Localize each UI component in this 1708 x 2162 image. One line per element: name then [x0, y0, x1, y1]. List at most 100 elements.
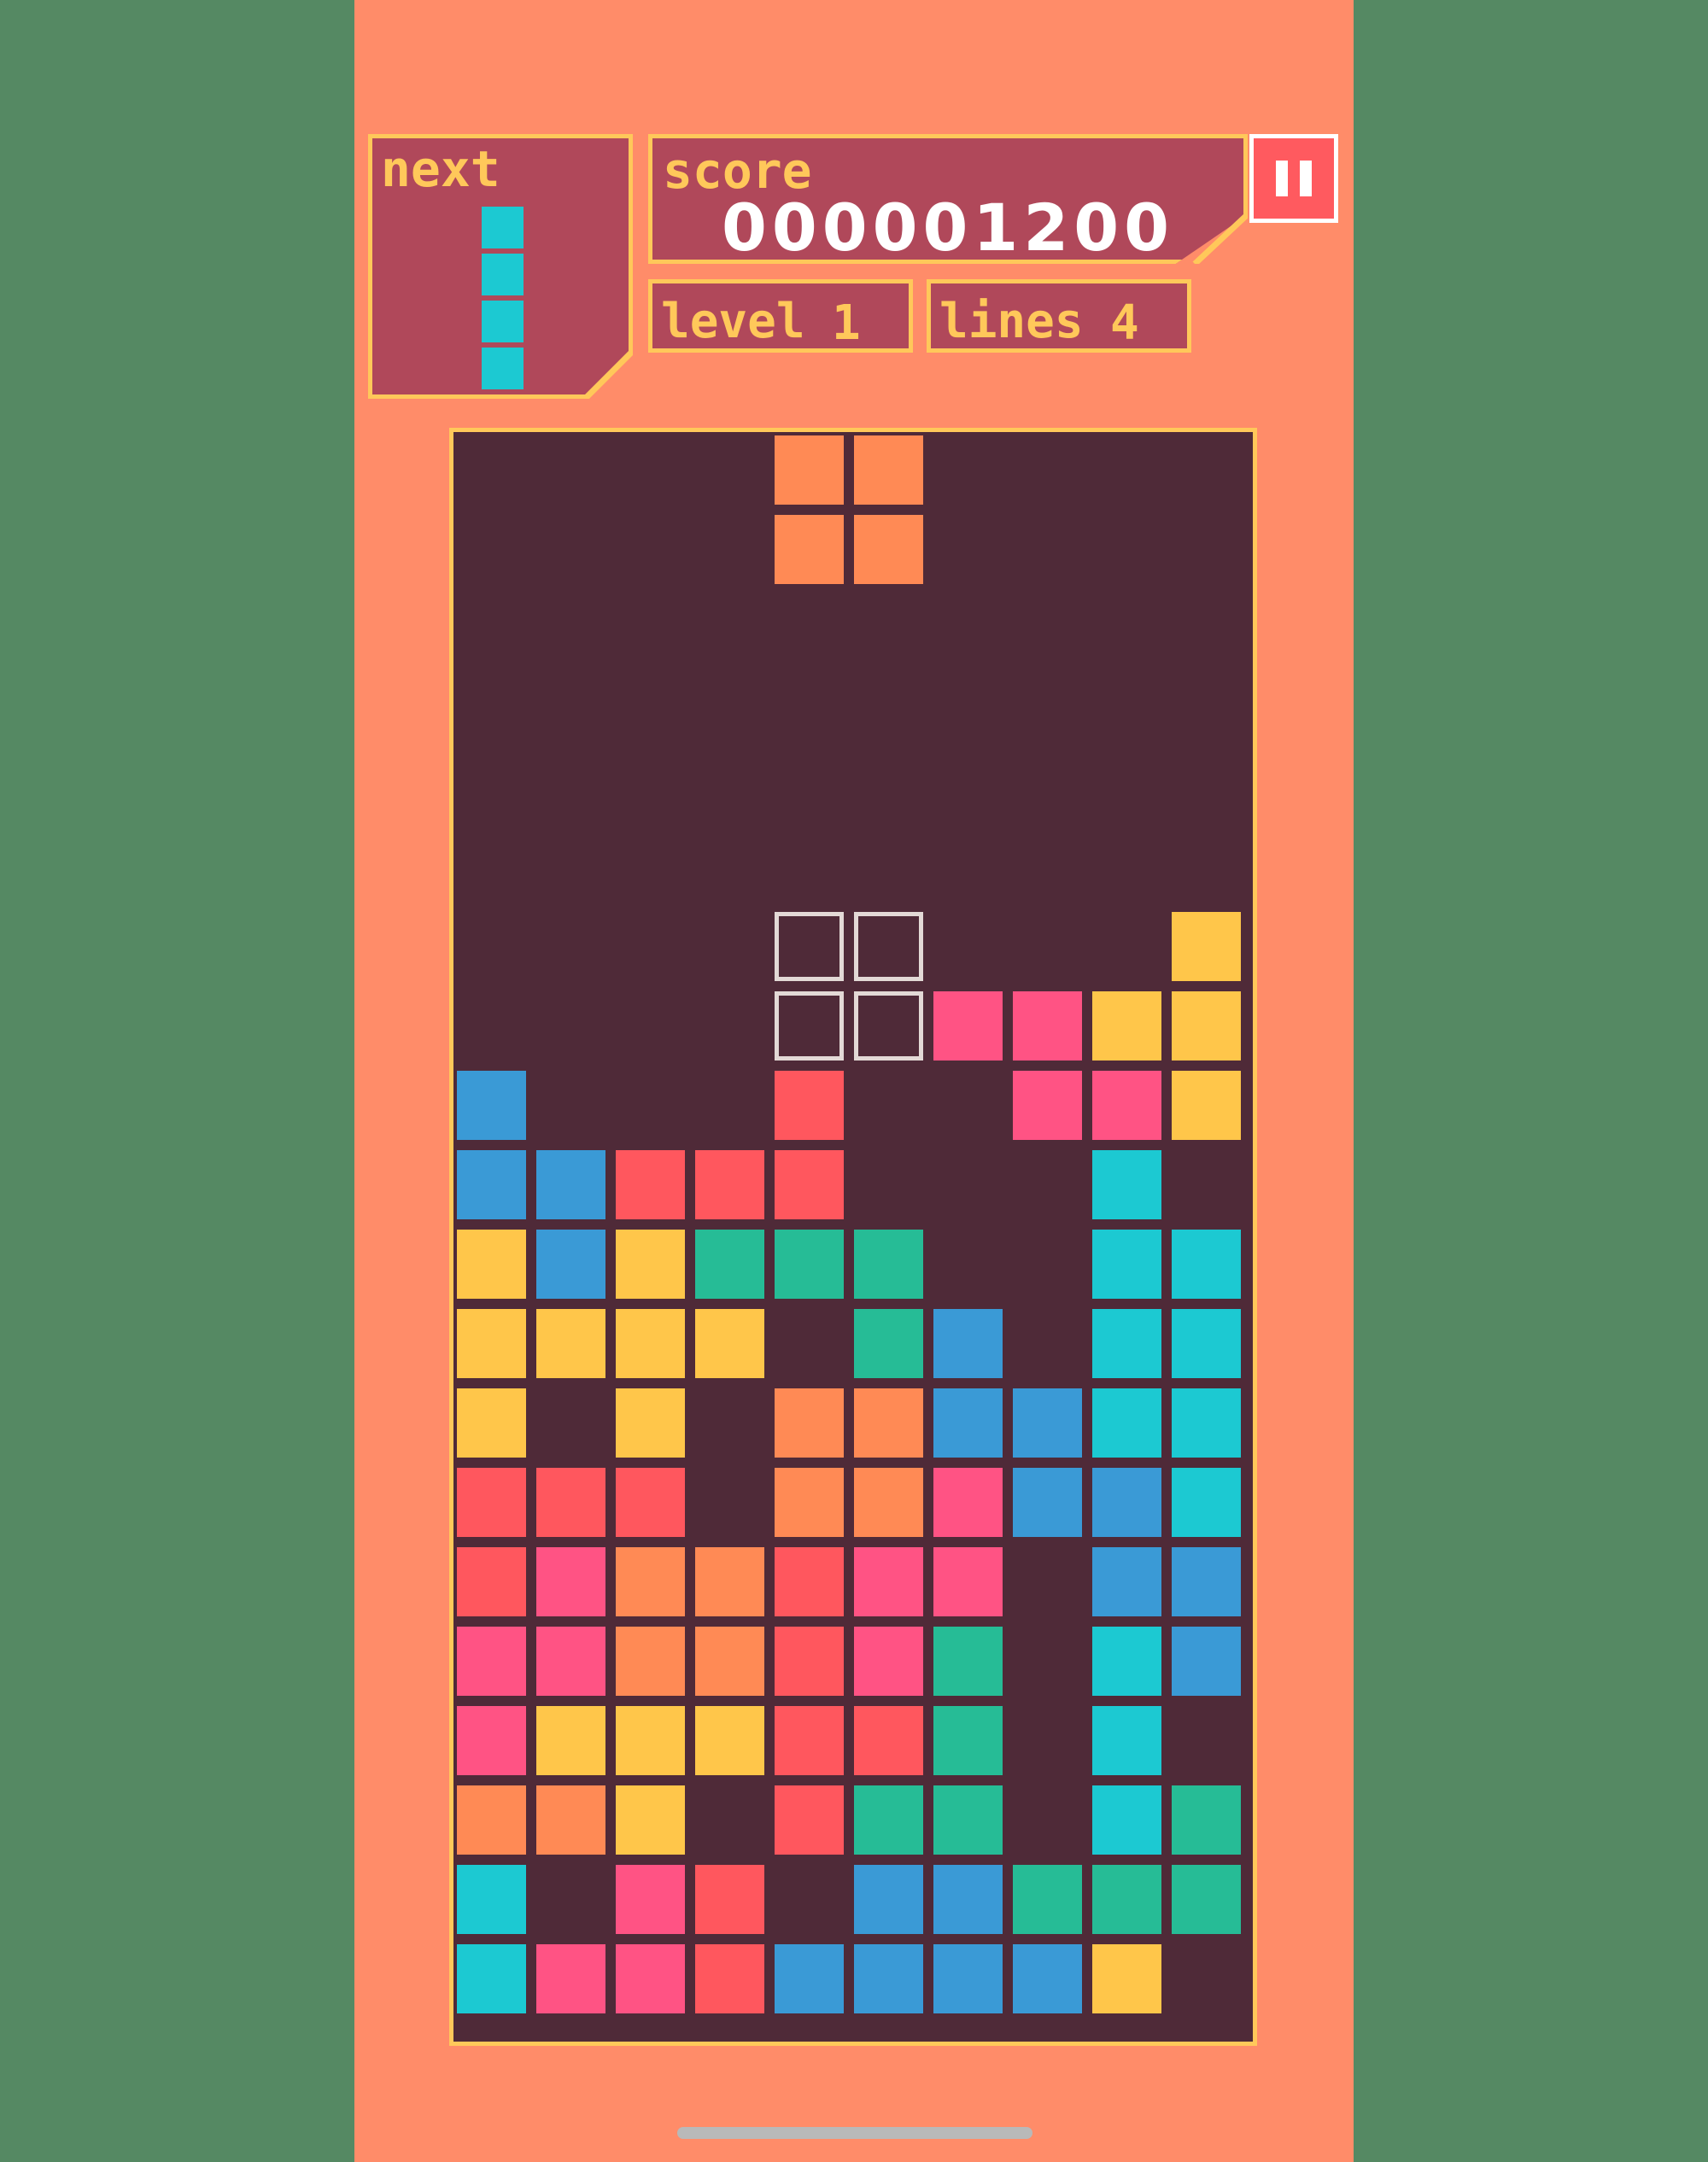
game-board[interactable] [449, 428, 1257, 2046]
locked-block [536, 1230, 605, 1299]
locked-block [616, 1150, 685, 1219]
pause-icon-bar-left [1276, 161, 1288, 196]
locked-block [1092, 1150, 1161, 1219]
locked-block [1172, 1627, 1241, 1696]
locked-block [775, 1547, 844, 1616]
locked-block [1013, 991, 1082, 1061]
next-piece-panel: next [368, 134, 633, 399]
locked-block [457, 1547, 526, 1616]
locked-block [1092, 1944, 1161, 2013]
locked-block [775, 1627, 844, 1696]
active-piece-block [854, 435, 923, 505]
locked-block [933, 1627, 1003, 1696]
locked-block [933, 1865, 1003, 1934]
ghost-block [775, 991, 844, 1061]
locked-block [1092, 1071, 1161, 1140]
locked-block [457, 1071, 526, 1140]
locked-block [1172, 991, 1241, 1061]
locked-block [695, 1865, 764, 1934]
level-value: 1 [832, 295, 861, 351]
locked-block [933, 1388, 1003, 1458]
home-indicator[interactable] [677, 2127, 1032, 2139]
next-piece-block [482, 207, 524, 248]
next-label: next [381, 140, 500, 198]
locked-block [457, 1230, 526, 1299]
locked-block [457, 1627, 526, 1696]
locked-block [854, 1388, 923, 1458]
game-screen: next score 000001200 level 1 lines 4 [354, 0, 1354, 2162]
ghost-block [775, 912, 844, 981]
locked-block [775, 1230, 844, 1299]
locked-block [775, 1944, 844, 2013]
locked-block [536, 1547, 605, 1616]
locked-block [1092, 1627, 1161, 1696]
locked-block [933, 1944, 1003, 2013]
next-piece-block [482, 254, 524, 295]
locked-block [1092, 1547, 1161, 1616]
locked-block [775, 1706, 844, 1775]
locked-block [1092, 991, 1161, 1061]
locked-block [616, 1547, 685, 1616]
locked-block [1172, 1547, 1241, 1616]
score-panel: score 000001200 [648, 134, 1248, 264]
locked-block [536, 1150, 605, 1219]
locked-block [457, 1309, 526, 1378]
locked-block [1092, 1230, 1161, 1299]
level-panel: level 1 [648, 279, 913, 353]
locked-block [616, 1468, 685, 1537]
locked-block [775, 1785, 844, 1855]
locked-block [457, 1944, 526, 2013]
lines-panel: lines 4 [927, 279, 1191, 353]
locked-block [854, 1468, 923, 1537]
locked-block [695, 1547, 764, 1616]
locked-block [1013, 1944, 1082, 2013]
locked-block [1172, 1468, 1241, 1537]
locked-block [616, 1230, 685, 1299]
locked-block [1172, 912, 1241, 981]
locked-block [854, 1309, 923, 1378]
locked-block [616, 1944, 685, 2013]
locked-block [536, 1706, 605, 1775]
locked-block [1172, 1071, 1241, 1140]
locked-block [1092, 1309, 1161, 1378]
locked-block [457, 1865, 526, 1934]
locked-block [457, 1468, 526, 1537]
active-piece-block [775, 515, 844, 584]
locked-block [1092, 1706, 1161, 1775]
locked-block [457, 1785, 526, 1855]
locked-block [854, 1627, 923, 1696]
locked-block [1013, 1865, 1082, 1934]
locked-block [695, 1706, 764, 1775]
locked-block [695, 1627, 764, 1696]
locked-block [536, 1468, 605, 1537]
pause-icon-bar-right [1300, 161, 1312, 196]
active-piece-block [854, 515, 923, 584]
pause-button[interactable] [1249, 134, 1338, 223]
locked-block [536, 1944, 605, 2013]
locked-block [1172, 1388, 1241, 1458]
locked-block [616, 1706, 685, 1775]
locked-block [536, 1309, 605, 1378]
lines-label: lines [939, 294, 1084, 349]
locked-block [457, 1150, 526, 1219]
locked-block [775, 1468, 844, 1537]
locked-block [536, 1627, 605, 1696]
locked-block [1172, 1865, 1241, 1934]
lines-value: 4 [1110, 295, 1139, 351]
locked-block [1172, 1785, 1241, 1855]
locked-block [775, 1388, 844, 1458]
score-value: 000001200 [722, 190, 1174, 266]
locked-block [933, 1706, 1003, 1775]
active-piece-block [775, 435, 844, 505]
locked-block [854, 1706, 923, 1775]
locked-block [1092, 1865, 1161, 1934]
locked-block [933, 991, 1003, 1061]
locked-block [695, 1150, 764, 1219]
locked-block [854, 1230, 923, 1299]
locked-block [854, 1865, 923, 1934]
locked-block [933, 1468, 1003, 1537]
locked-block [616, 1309, 685, 1378]
locked-block [457, 1388, 526, 1458]
locked-block [536, 1785, 605, 1855]
locked-block [933, 1785, 1003, 1855]
